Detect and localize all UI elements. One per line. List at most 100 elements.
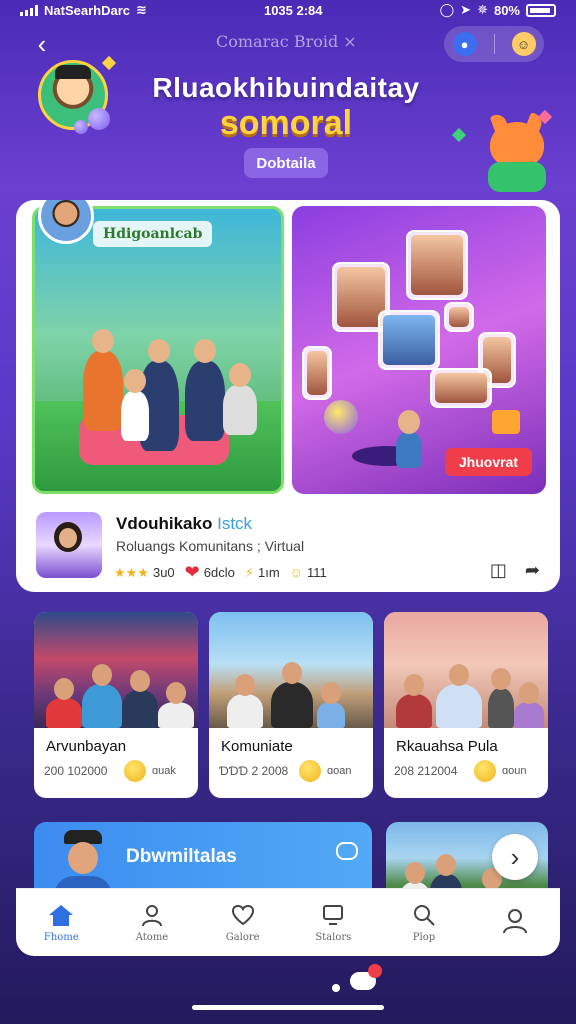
featured-name: Vdouhikako bbox=[116, 514, 213, 533]
shares-stat[interactable]: ⚡ 1ım bbox=[245, 565, 280, 581]
featured-image-left[interactable]: Hdigoanlcab bbox=[32, 206, 284, 494]
chat-icon[interactable] bbox=[336, 842, 358, 860]
community-card[interactable]: Arvunbayan 200 102000 ɑuak bbox=[34, 612, 198, 798]
person bbox=[83, 351, 123, 431]
person bbox=[514, 702, 544, 728]
profile-avatar-icon[interactable]: ☺ bbox=[511, 32, 536, 56]
person bbox=[121, 391, 149, 441]
rating-stat: ★★★ 3u0 bbox=[114, 565, 175, 581]
emoji-icon[interactable] bbox=[124, 760, 146, 782]
featured-info: Vdouhikako Istck Roluangs Komunitans ; V… bbox=[16, 506, 560, 592]
hero-subtitle: somoral bbox=[219, 104, 353, 142]
likes-value: 6dclo bbox=[203, 565, 235, 580]
card-meta: 208 212004 bbox=[394, 764, 458, 778]
reactions-stat[interactable]: ☺ 111 bbox=[290, 565, 327, 580]
featured-thumbnail[interactable] bbox=[36, 512, 102, 578]
bookmark-icon[interactable]: ◫ bbox=[490, 560, 507, 581]
home-icon bbox=[48, 902, 74, 928]
person bbox=[317, 702, 345, 728]
person bbox=[46, 698, 82, 728]
star-icon bbox=[101, 55, 117, 71]
person bbox=[223, 385, 257, 435]
photo-tile bbox=[406, 230, 468, 300]
notification-icon[interactable]: ● bbox=[452, 32, 477, 56]
emoji-count: ɑoun bbox=[502, 765, 527, 777]
bubble-decoration bbox=[88, 108, 110, 130]
home-indicator[interactable] bbox=[192, 1005, 384, 1010]
carrier-name: NatSearhDarc bbox=[44, 2, 130, 18]
tab-user[interactable] bbox=[477, 908, 553, 938]
emoji-count: ɑoan bbox=[327, 765, 352, 777]
person bbox=[436, 684, 482, 728]
gift-box-icon bbox=[492, 410, 520, 434]
card-meta: ƊƊƊ 2 2008 bbox=[219, 764, 289, 778]
hero-title: Rluaokhibuindaitay bbox=[152, 72, 420, 103]
user-icon bbox=[502, 908, 528, 934]
featured-card[interactable]: Hdigoanlcab Jhuovrat Vdouhikako Istck Ro… bbox=[16, 200, 560, 592]
details-button[interactable]: Dobtaila bbox=[244, 148, 328, 178]
stars-icon: ★★★ bbox=[114, 564, 149, 580]
reaction-emoji-icon: ☺ bbox=[289, 565, 303, 580]
person bbox=[396, 694, 432, 728]
tab-stalors[interactable]: Stalors bbox=[295, 902, 371, 943]
card-title: Arvunbayan bbox=[46, 738, 127, 755]
tab-label: Fhome bbox=[43, 932, 79, 943]
tab-label: Stalors bbox=[315, 932, 352, 943]
card-meta: 200 102000 bbox=[44, 764, 108, 778]
tab-plop[interactable]: Plop bbox=[386, 902, 462, 943]
back-button[interactable]: ‹ bbox=[26, 30, 58, 62]
featured-image-right[interactable]: Jhuovrat bbox=[292, 206, 546, 494]
featured-stats: ★★★ 3u0 ❤ 6dclo ⚡ 1ım ☺ 111 bbox=[114, 562, 327, 583]
photo-tile bbox=[378, 310, 440, 370]
photo-tile bbox=[444, 302, 474, 332]
tab-label: Galore bbox=[225, 932, 260, 943]
tab-atome[interactable]: Atome bbox=[114, 902, 190, 943]
community-card[interactable]: Komuniate ƊƊƊ 2 2008 ɑoan bbox=[209, 612, 373, 798]
join-button[interactable]: Jhuovrat bbox=[444, 448, 532, 476]
emoji-icon[interactable] bbox=[299, 760, 321, 782]
featured-actions: ◫ ➦ bbox=[490, 560, 540, 581]
tab-bar: Fhome Atome Galore Stalors Plop bbox=[16, 888, 560, 956]
orb-icon bbox=[324, 400, 358, 434]
photo-tile bbox=[302, 346, 332, 400]
reactions-value: 111 bbox=[306, 565, 327, 580]
bubble-decoration bbox=[74, 120, 88, 134]
community-card[interactable]: Rkauahsa Pula 208 212004 ɑoun bbox=[384, 612, 548, 798]
shares-value: 1ım bbox=[257, 565, 280, 580]
hero-header: ‹ Comarac Broid × ● ☺ Rluaokhibuindaitay… bbox=[16, 22, 560, 202]
card-title: Rkauahsa Pula bbox=[396, 738, 498, 755]
decor-dot bbox=[332, 984, 340, 992]
alarm-icon: ◯ bbox=[439, 2, 455, 17]
status-time: 1035 2:84 bbox=[263, 2, 323, 18]
heart-icon bbox=[230, 902, 256, 928]
share-icon[interactable]: ➦ bbox=[525, 560, 540, 581]
next-arrow-button[interactable]: › bbox=[492, 834, 538, 880]
person bbox=[122, 690, 158, 728]
lightning-icon: ⚡ bbox=[244, 564, 254, 580]
person bbox=[396, 432, 422, 468]
heart-icon: ❤ bbox=[184, 562, 200, 582]
tab-galore[interactable]: Galore bbox=[205, 902, 281, 943]
divider bbox=[493, 34, 495, 54]
emoji-icon[interactable] bbox=[474, 760, 496, 782]
emoji-count: ɑuak bbox=[152, 765, 176, 777]
search-icon bbox=[411, 902, 437, 928]
monitor-icon bbox=[320, 902, 346, 928]
status-bar: NatSearhDarc ≋ 1035 2:84 ◯ ➤ ✵ 80% bbox=[0, 0, 576, 20]
battery-percent: 80% bbox=[493, 2, 520, 18]
signal-icon bbox=[20, 4, 38, 16]
card-image bbox=[209, 612, 373, 728]
photo-tile bbox=[430, 368, 492, 408]
top-actions: ● ☺ bbox=[444, 26, 544, 62]
card-image bbox=[34, 612, 198, 728]
tab-label: Plop bbox=[412, 932, 436, 943]
tab-home[interactable]: Fhome bbox=[23, 902, 99, 943]
featured-description: Roluangs Komunitans ; Virtual bbox=[116, 538, 305, 554]
person bbox=[271, 682, 313, 728]
location-icon: ➤ bbox=[460, 2, 472, 17]
likes-stat[interactable]: ❤ 6dclo bbox=[185, 562, 235, 583]
person bbox=[488, 688, 514, 728]
battery-icon bbox=[526, 3, 556, 17]
rating-value: 3u0 bbox=[152, 565, 175, 580]
featured-tag: Hdigoanlcab bbox=[93, 221, 213, 247]
